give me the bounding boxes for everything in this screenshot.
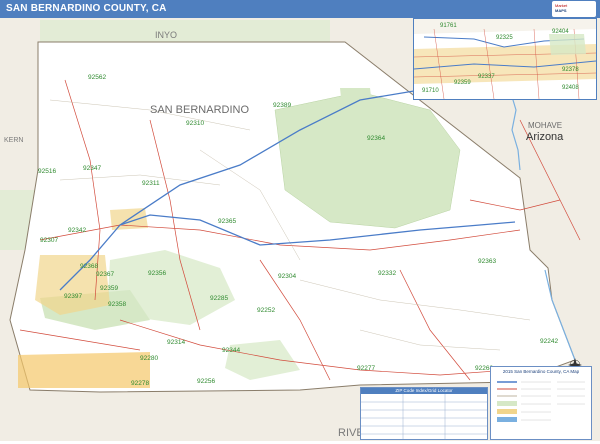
- zip-label: 92344: [222, 347, 240, 354]
- park-area-2: [340, 88, 372, 107]
- zip-label: 92307: [40, 237, 58, 244]
- legend-title: 2015 San Bernardino County, CA Map: [502, 369, 580, 374]
- inset-map-graphic: 91761 92404 92325 92378 92337 91710 9235…: [414, 19, 596, 99]
- zip-label: 92368: [80, 263, 98, 270]
- map-title: SAN BERNARDINO COUNTY, CA: [6, 3, 167, 14]
- inset-zip-label: 92404: [552, 29, 569, 35]
- zip-label: 92278: [131, 380, 149, 387]
- inset-zip-label: 92337: [478, 74, 495, 80]
- zip-label: 92242: [540, 338, 558, 345]
- label-arizona: Arizona: [526, 131, 564, 143]
- zip-label: 92310: [186, 120, 204, 127]
- zip-label: 92562: [88, 74, 106, 81]
- zip-label: 92363: [478, 258, 496, 265]
- zip-label: 92365: [218, 218, 236, 225]
- zip-label: 92256: [197, 378, 215, 385]
- inset-zip-label: 92359: [454, 80, 471, 86]
- zip-code-index: ZIP Code Index/Grid Locator: [360, 387, 488, 440]
- zip-index-table: [361, 394, 487, 439]
- zip-label: 92285: [210, 295, 228, 302]
- map-legend: 2015 San Bernardino County, CA Map: [490, 366, 592, 440]
- logo-line-2: MAPS: [555, 8, 567, 13]
- zip-label: 92359: [100, 285, 118, 292]
- zip-label: 92356: [148, 270, 166, 277]
- inset-zip-label: 91761: [440, 23, 457, 29]
- zip-label: 92304: [278, 273, 296, 280]
- label-kern: KERN: [4, 137, 23, 144]
- inset-zip-label: 91710: [422, 88, 439, 94]
- publisher-logo: Market MAPS: [552, 1, 596, 17]
- inset-zip-label: 92378: [562, 67, 579, 73]
- zip-label: 92280: [140, 355, 158, 362]
- zip-label: 92347: [83, 165, 101, 172]
- zip-label: 92332: [378, 270, 396, 277]
- legend-symbols: [497, 381, 585, 422]
- zip-label: 92397: [64, 293, 82, 300]
- zip-label: 92358: [108, 301, 126, 308]
- zip-label: 92277: [357, 365, 375, 372]
- zip-label: 92516: [38, 168, 56, 175]
- zip-label: 92314: [167, 339, 185, 346]
- zip-label: 92364: [367, 135, 385, 142]
- urban-victorville: [35, 255, 110, 315]
- zip-label: 92342: [68, 227, 86, 234]
- zip-label: 92252: [257, 307, 275, 314]
- inset-zip-label: 92325: [496, 35, 513, 41]
- title-bar: SAN BERNARDINO COUNTY, CA Market MAPS: [0, 0, 600, 18]
- inset-map: 91761 92404 92325 92378 92337 91710 9235…: [413, 18, 597, 100]
- zip-label: 92389: [273, 102, 291, 109]
- zip-label: 92311: [142, 180, 160, 187]
- label-san-bernardino: SAN BERNARDINO: [150, 104, 249, 116]
- zip-label: 92367: [96, 271, 114, 278]
- label-inyo: INYO: [155, 30, 177, 40]
- inset-zip-label: 92408: [562, 85, 579, 91]
- label-mohave: MOHAVE: [528, 121, 562, 130]
